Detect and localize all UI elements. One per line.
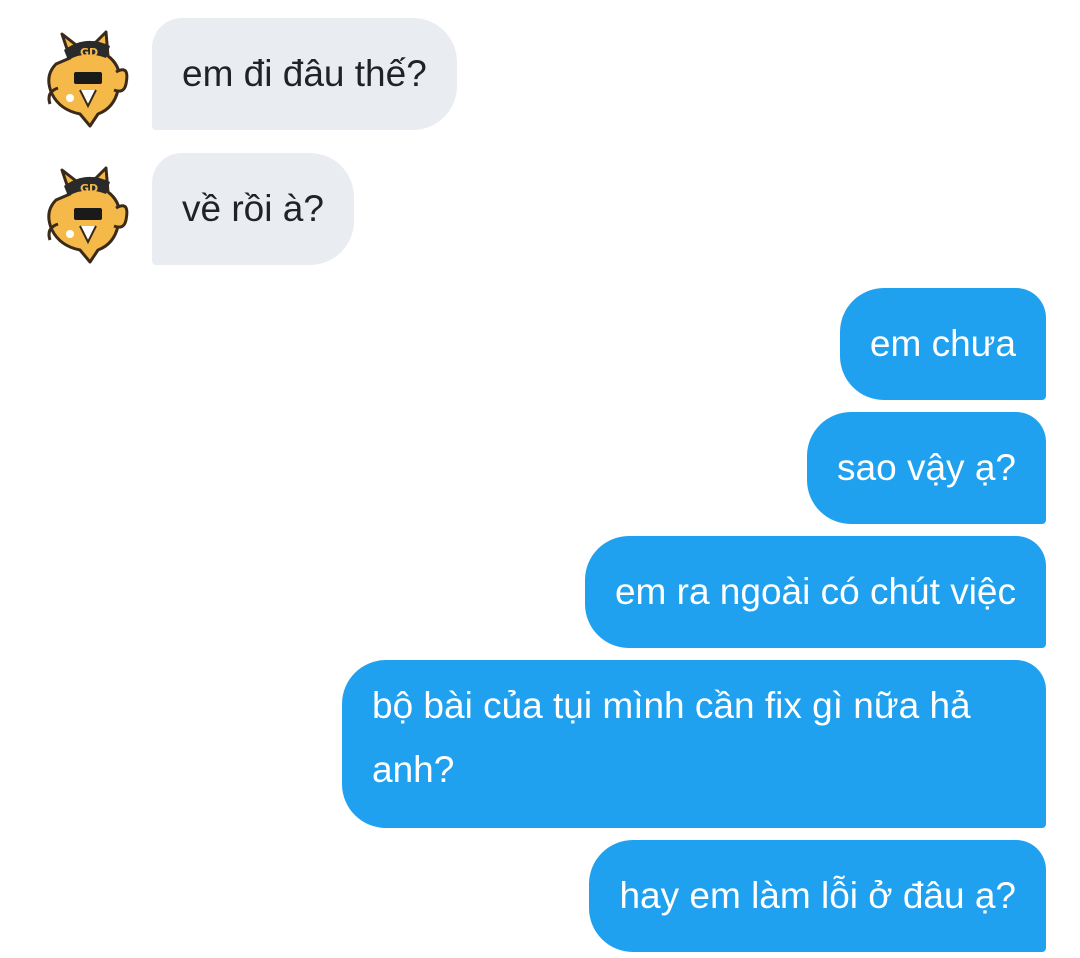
message-text: em chưa (869, 323, 1016, 364)
incoming-message-bubble[interactable]: về rồi à? (152, 153, 354, 265)
outgoing-message-bubble[interactable]: sao vậy ạ? (807, 412, 1046, 524)
outgoing-message-bubble[interactable]: hay em làm lỗi ở đâu ạ? (589, 840, 1046, 952)
chat-thread: GD em đi đâu thế? GD về rồi à? em chưa s… (0, 0, 1080, 958)
cat-avatar-icon[interactable]: GD (40, 28, 136, 128)
message-text: sao vậy ạ? (837, 447, 1016, 488)
cat-avatar-icon[interactable]: GD (40, 164, 136, 264)
avatar-badge-text: GD (80, 46, 98, 59)
message-text: em đi đâu thế? (182, 53, 427, 94)
message-text: bộ bài của tụi mình cần fix gì nữa hả an… (372, 685, 971, 790)
message-text: hay em làm lỗi ở đâu ạ? (619, 875, 1016, 916)
outgoing-message-bubble[interactable]: em chưa (839, 288, 1046, 400)
outgoing-message-bubble[interactable]: em ra ngoài có chút việc (584, 536, 1046, 648)
outgoing-message-bubble[interactable]: bộ bài của tụi mình cần fix gì nữa hả an… (342, 660, 1046, 828)
message-text: về rồi à? (182, 188, 324, 229)
message-text: em ra ngoài có chút việc (614, 571, 1016, 612)
avatar-badge-text: GD (80, 182, 98, 195)
incoming-message-bubble[interactable]: em đi đâu thế? (152, 18, 457, 130)
